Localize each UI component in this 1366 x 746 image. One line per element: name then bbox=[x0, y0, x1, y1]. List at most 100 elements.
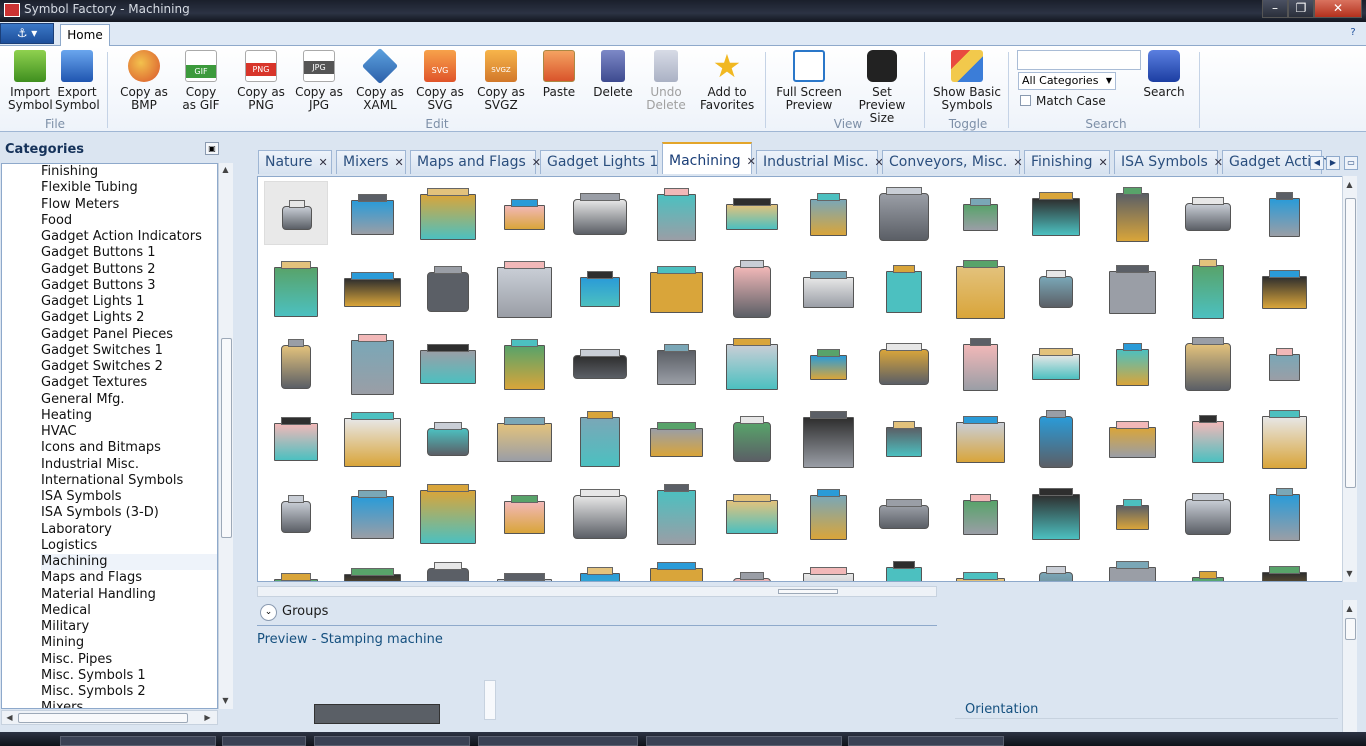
machine-symbol-icon[interactable] bbox=[796, 181, 860, 245]
machine-symbol-icon[interactable] bbox=[872, 331, 936, 395]
machine-symbol-icon[interactable] bbox=[796, 331, 860, 395]
tab-isa-symbols[interactable]: ISA Symbols ✕ bbox=[1114, 150, 1223, 174]
machine-symbol-icon[interactable] bbox=[1176, 331, 1240, 395]
category-item[interactable]: Mining bbox=[41, 635, 217, 651]
category-item[interactable]: Gadget Lights 2 bbox=[41, 310, 217, 326]
machine-symbol-icon[interactable] bbox=[492, 481, 556, 545]
lower-pane-scrollbar[interactable]: ▲ bbox=[1342, 600, 1357, 732]
preview-size-slider[interactable] bbox=[484, 680, 496, 720]
machine-symbol-icon[interactable] bbox=[644, 331, 708, 395]
machine-symbol-icon[interactable] bbox=[872, 181, 936, 245]
copy-jpg-button[interactable]: JPG Copy as JPG bbox=[295, 50, 343, 116]
machine-symbol-icon[interactable] bbox=[948, 481, 1012, 545]
machine-symbol-icon[interactable] bbox=[416, 181, 480, 245]
category-item[interactable]: ISA Symbols bbox=[41, 489, 217, 505]
search-button[interactable]: Search bbox=[1142, 50, 1186, 116]
machine-symbol-icon[interactable] bbox=[568, 481, 632, 545]
machine-symbol-icon[interactable] bbox=[1176, 181, 1240, 245]
machine-symbol-icon[interactable] bbox=[644, 256, 708, 320]
machine-symbol-icon[interactable] bbox=[720, 256, 784, 320]
minimize-button[interactable]: – bbox=[1262, 0, 1288, 18]
machine-symbol-icon[interactable] bbox=[1024, 481, 1088, 545]
machine-symbol-icon[interactable] bbox=[1100, 481, 1164, 545]
maximize-button[interactable]: ❐ bbox=[1288, 0, 1314, 18]
scroll-left-icon[interactable]: ◀ bbox=[4, 712, 15, 723]
close-button[interactable]: ✕ bbox=[1314, 0, 1362, 18]
machine-symbol-icon[interactable] bbox=[340, 331, 404, 395]
machine-symbol-icon[interactable] bbox=[644, 481, 708, 545]
machine-symbol-icon[interactable] bbox=[492, 256, 556, 320]
help-icon[interactable]: ? bbox=[1346, 26, 1360, 40]
machine-symbol-icon[interactable] bbox=[1100, 406, 1164, 470]
category-item[interactable]: Gadget Buttons 1 bbox=[41, 245, 217, 261]
scroll-up-icon[interactable]: ▲ bbox=[1344, 603, 1355, 614]
tab-conveyors-misc[interactable]: Conveyors, Misc. ✕ bbox=[882, 150, 1023, 174]
gallery-hscrollbar[interactable] bbox=[257, 586, 937, 597]
machine-symbol-icon[interactable] bbox=[264, 556, 328, 581]
tab-nature[interactable]: Nature ✕ bbox=[258, 150, 332, 174]
tab-industrial-misc[interactable]: Industrial Misc. ✕ bbox=[756, 150, 884, 174]
tabs-scroll-right-icon[interactable]: ▶ bbox=[1326, 156, 1340, 170]
scroll-up-icon[interactable]: ▲ bbox=[1344, 179, 1355, 190]
category-item[interactable]: International Symbols bbox=[41, 473, 217, 489]
machine-symbol-icon[interactable] bbox=[720, 181, 784, 245]
taskbar-item[interactable] bbox=[222, 736, 306, 746]
machine-symbol-icon[interactable] bbox=[340, 406, 404, 470]
add-favorites-button[interactable]: ★ Add to Favorites bbox=[700, 50, 754, 116]
category-item[interactable]: Machining bbox=[41, 554, 217, 571]
tab-gadget-action[interactable]: Gadget Action bbox=[1222, 150, 1329, 174]
category-list[interactable]: Finishing Flexible Tubing Flow Meters Food G… bbox=[1, 163, 218, 709]
category-item[interactable]: Gadget Lights 1 bbox=[41, 294, 217, 310]
scroll-thumb[interactable] bbox=[18, 713, 188, 723]
panel-splitter[interactable] bbox=[236, 137, 252, 737]
export-symbol-button[interactable]: Export Symbol bbox=[55, 50, 100, 116]
category-item[interactable]: Misc. Pipes bbox=[41, 652, 217, 668]
machine-symbol-icon[interactable] bbox=[568, 406, 632, 470]
import-symbol-button[interactable]: Import Symbol bbox=[8, 50, 53, 116]
machine-symbol-icon[interactable] bbox=[492, 406, 556, 470]
machine-symbol-icon[interactable] bbox=[568, 331, 632, 395]
machine-symbol-icon[interactable] bbox=[948, 556, 1012, 581]
machine-symbol-icon[interactable] bbox=[644, 406, 708, 470]
machine-symbol-icon[interactable] bbox=[416, 331, 480, 395]
machine-symbol-icon[interactable] bbox=[1024, 256, 1088, 320]
app-icon[interactable] bbox=[4, 3, 20, 17]
machine-symbol-icon[interactable] bbox=[644, 556, 708, 581]
machine-symbol-icon[interactable] bbox=[872, 406, 936, 470]
machine-symbol-icon[interactable] bbox=[340, 556, 404, 581]
category-list-hscrollbar[interactable]: ◀ ▶ bbox=[1, 710, 218, 725]
app-menu-button[interactable]: ⚓ ▾ bbox=[0, 23, 54, 44]
copy-bmp-button[interactable]: Copy as BMP bbox=[118, 50, 170, 116]
tab-mixers[interactable]: Mixers ✕ bbox=[336, 150, 406, 174]
category-item[interactable]: Medical bbox=[41, 603, 217, 619]
machine-symbol-icon[interactable] bbox=[1252, 406, 1316, 470]
full-screen-preview-button[interactable]: Full Screen Preview bbox=[776, 50, 842, 116]
category-item[interactable]: Gadget Panel Pieces bbox=[41, 327, 217, 343]
machine-symbol-icon[interactable] bbox=[1252, 331, 1316, 395]
machine-symbol-icon[interactable] bbox=[264, 481, 328, 545]
tab-maps-and-flags[interactable]: Maps and Flags ✕ bbox=[410, 150, 541, 174]
machine-symbol-icon[interactable] bbox=[948, 406, 1012, 470]
machine-symbol-icon[interactable] bbox=[1252, 181, 1316, 245]
scroll-right-icon[interactable]: ▶ bbox=[202, 712, 213, 723]
machine-symbol-icon[interactable] bbox=[1024, 181, 1088, 245]
machine-symbol-icon[interactable] bbox=[1100, 181, 1164, 245]
tab-home[interactable]: Home bbox=[60, 24, 110, 47]
category-item[interactable]: Flow Meters bbox=[41, 197, 217, 213]
machine-symbol-icon[interactable] bbox=[340, 481, 404, 545]
undo-delete-button[interactable]: Undo Delete bbox=[644, 50, 688, 116]
machine-symbol-icon[interactable] bbox=[720, 406, 784, 470]
machine-symbol-icon[interactable] bbox=[492, 181, 556, 245]
scroll-up-icon[interactable]: ▲ bbox=[220, 164, 231, 175]
machine-symbol-icon[interactable] bbox=[1252, 556, 1316, 581]
category-item[interactable]: Gadget Buttons 2 bbox=[41, 262, 217, 278]
machine-symbol-icon[interactable] bbox=[492, 331, 556, 395]
category-item[interactable]: Heating bbox=[41, 408, 217, 424]
machine-symbol-icon[interactable] bbox=[1024, 406, 1088, 470]
machine-symbol-icon[interactable] bbox=[492, 556, 556, 581]
machine-symbol-icon[interactable] bbox=[340, 181, 404, 245]
machine-symbol-icon[interactable] bbox=[720, 331, 784, 395]
category-item[interactable]: Misc. Symbols 1 bbox=[41, 668, 217, 684]
machine-symbol-icon[interactable] bbox=[568, 556, 632, 581]
machine-symbol-icon[interactable] bbox=[1176, 256, 1240, 320]
